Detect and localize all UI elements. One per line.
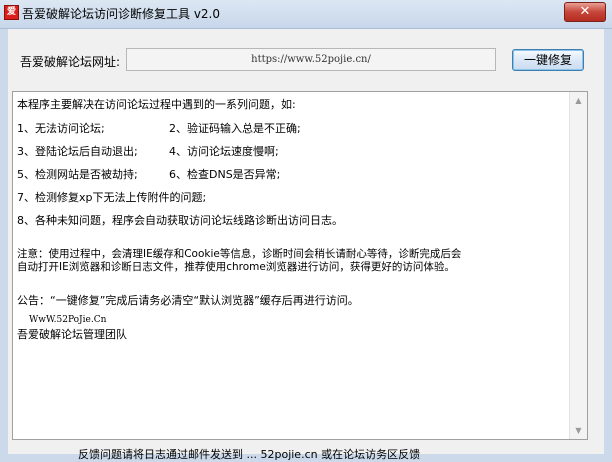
list-item: 4、访问论坛速度慢啊; (169, 145, 279, 158)
main-panel: 吾爱破解论坛网址: https://www.52pojie.cn/ 一键修复 本… (8, 29, 604, 461)
close-button[interactable]: ✕ (564, 2, 606, 22)
one-click-repair-button[interactable]: 一键修复 (512, 49, 584, 71)
list-item: 2、验证码输入总是不正确; (169, 122, 301, 135)
vertical-scrollbar[interactable]: ▲ ▼ (569, 92, 587, 439)
notice-text: 公告：“一键修复”完成后请务必清空“默认浏览器”缓存后再进行访问。 (17, 294, 359, 307)
list-item: 1、无法访问论坛; (17, 122, 105, 135)
team-signature: 吾爱破解论坛管理团队 (17, 328, 127, 341)
list-item: 6、检查DNS是否异常; (169, 168, 281, 181)
scroll-down-icon[interactable]: ▼ (570, 422, 587, 439)
list-item: 3、登陆论坛后自动退出; (17, 145, 138, 158)
url-field[interactable]: https://www.52pojie.cn/ (126, 48, 496, 71)
app-logo-icon: 爱 (4, 5, 19, 20)
scroll-up-icon[interactable]: ▲ (570, 92, 587, 109)
info-text-area[interactable]: 本程序主要解决在访问论坛过程中遇到的一系列问题，如: 1、无法访问论坛; 2、验… (12, 91, 588, 440)
list-item: 5、检测网站是否被劫持; (17, 168, 138, 181)
title-bar: 爱 吾爱破解论坛访问诊断修复工具 v2.0 ✕ (0, 0, 612, 29)
intro-text: 本程序主要解决在访问论坛过程中遇到的一系列问题，如: (17, 98, 296, 111)
list-item: 7、检测修复xp下无法上传附件的问题; (17, 191, 207, 204)
list-item: 8、各种未知问题，程序会自动获取访问论坛线路诊断出访问日志。 (17, 214, 343, 227)
note-text: 自动打开IE浏览器和诊断日志文件，推荐使用chrome浏览器进行访问，获得更好的… (17, 261, 455, 273)
window-title: 吾爱破解论坛访问诊断修复工具 v2.0 (22, 7, 221, 21)
url-label: 吾爱破解论坛网址: (20, 55, 121, 69)
site-name-text: WwW.52PoJie.Cn (29, 315, 107, 325)
footer-text: 反馈问题请将日志通过邮件发送到 ... 52pojie.cn 或在论坛访务区反馈 (78, 448, 421, 461)
